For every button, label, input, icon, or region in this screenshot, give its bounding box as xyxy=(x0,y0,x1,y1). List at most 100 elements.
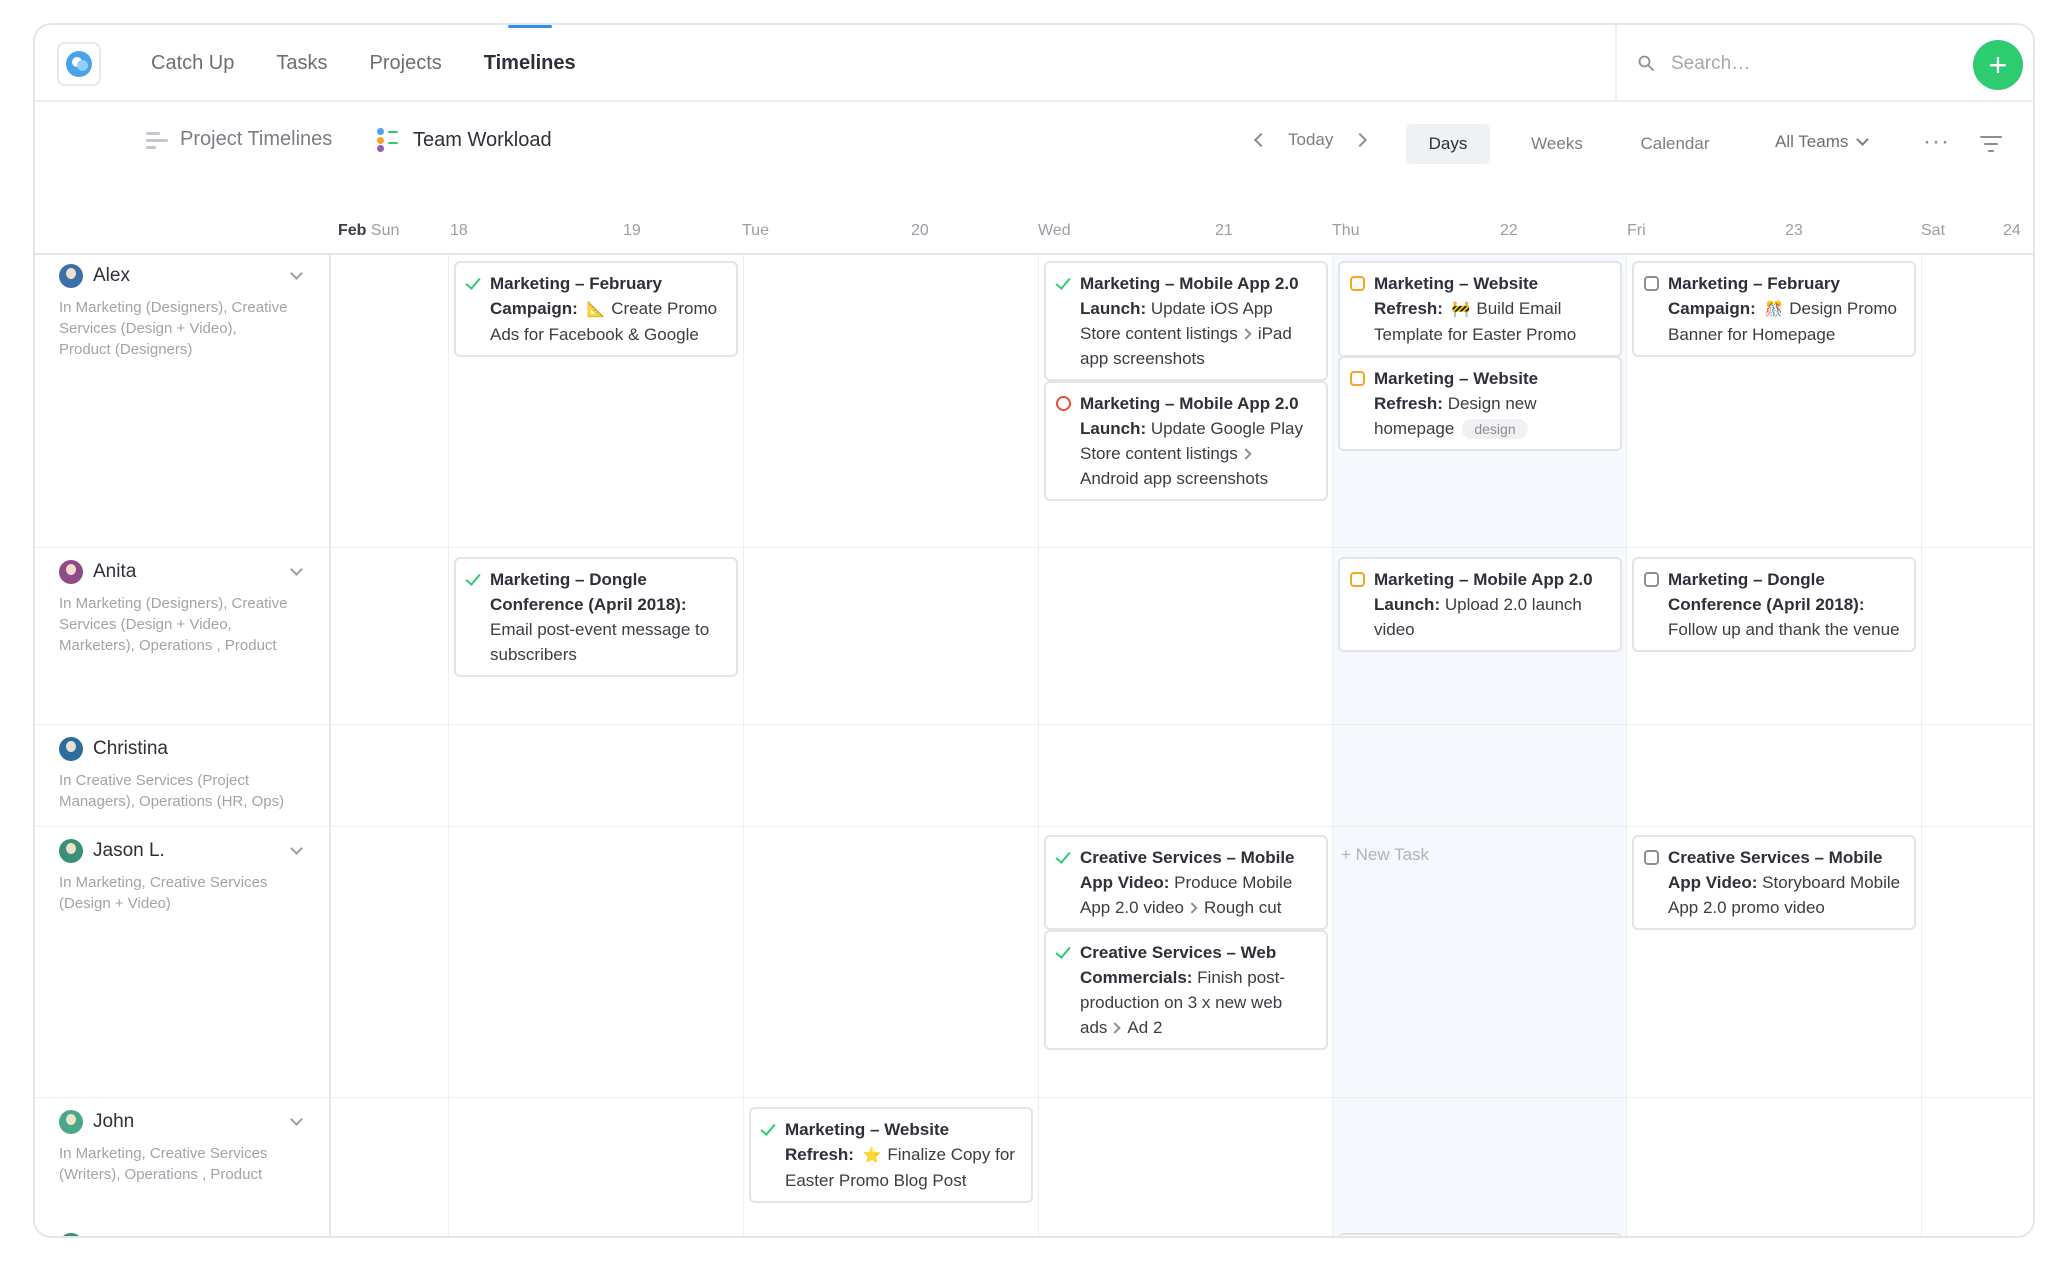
date-label: 24 xyxy=(2003,222,2021,239)
chevron-left-icon[interactable] xyxy=(1253,132,1269,148)
row-divider xyxy=(35,1097,2033,1098)
today-button[interactable]: Today xyxy=(1288,130,1333,150)
date-label: 22 xyxy=(1500,222,1518,239)
nav-catch-up[interactable]: Catch Up xyxy=(151,25,234,102)
checkmark-icon[interactable] xyxy=(1056,945,1071,960)
task-card[interactable]: Creative Services – Web Commercials: Fin… xyxy=(1044,930,1328,1050)
checkmark-icon[interactable] xyxy=(761,1122,776,1137)
chevron-down-icon xyxy=(1856,133,1870,146)
column-divider xyxy=(1921,255,1922,1236)
new-task-button[interactable]: + New Task xyxy=(1341,845,1429,865)
tab-project-timelines[interactable]: Project Timelines xyxy=(146,128,332,151)
weekday-label: Thu xyxy=(1332,222,1360,239)
avatar xyxy=(59,264,83,288)
task-project: Marketing – Dongle Conference (April 201… xyxy=(490,570,687,614)
task-card[interactable]: Marketing – Dongle Conference (April 201… xyxy=(454,557,738,677)
workload-grid: Alex In Marketing (Designers), Creative … xyxy=(35,255,2033,1236)
nav-timelines[interactable]: Timelines xyxy=(484,25,576,102)
team-workload-icon xyxy=(377,128,401,152)
person-row-john: John In Marketing, Creative Services (Wr… xyxy=(59,1107,309,1185)
person-name[interactable]: Christina xyxy=(93,738,168,760)
avatar xyxy=(59,1233,83,1236)
range-calendar-button[interactable]: Calendar xyxy=(1627,124,1723,164)
checkmark-icon[interactable] xyxy=(1056,850,1071,865)
main-nav: Catch Up Tasks Projects Timelines xyxy=(151,25,618,102)
person-teams: In Marketing, Creative Services (Writers… xyxy=(59,1145,268,1183)
task-card[interactable]: Marketing – Mobile App 2.0 Launch: Updat… xyxy=(1044,261,1328,381)
task-card[interactable]: Marketing – Website Refresh: ⭐ Finalize C… xyxy=(749,1107,1033,1203)
person-row-anita: Anita In Marketing (Designers), Creative… xyxy=(59,557,309,656)
range-weeks-button[interactable]: Weeks xyxy=(1515,124,1599,164)
status-circle-icon[interactable] xyxy=(1056,396,1071,411)
nav-tasks[interactable]: Tasks xyxy=(276,25,327,102)
task-card[interactable]: Marketing – February Campaign: 📐 Create P… xyxy=(454,261,738,357)
divider xyxy=(1615,25,1617,102)
row-divider xyxy=(35,826,2033,827)
task-card[interactable]: Creative Services – Mobile App Video: Pr… xyxy=(1044,835,1328,930)
person-teams: In Marketing, Creative Services (Design … xyxy=(59,874,268,912)
checkmark-icon[interactable] xyxy=(466,572,481,587)
person-name[interactable]: Anita xyxy=(93,561,136,583)
tab-label: Project Timelines xyxy=(180,128,333,150)
weekday-label: Tue xyxy=(742,222,769,239)
task-card[interactable]: Marketing – Mobile App 2.0 Launch: Uploa… xyxy=(1338,557,1622,652)
person-row-christina: Christina In Creative Services (Project … xyxy=(59,734,309,812)
task-card[interactable]: Creative Services – Mobile App Video: St… xyxy=(1632,835,1916,930)
date-label: 20 xyxy=(911,222,929,239)
person-row-jason: Jason L. In Marketing, Creative Services… xyxy=(59,836,309,914)
logo-icon xyxy=(66,51,92,77)
task-project: Marketing – Dongle Conference (April 201… xyxy=(1668,570,1865,614)
task-tag[interactable]: design xyxy=(1462,419,1528,439)
chevron-right-icon xyxy=(1240,448,1252,460)
date-label: 18 xyxy=(450,222,468,239)
nav-projects[interactable]: Projects xyxy=(370,25,442,102)
person-teams: In Creative Services (Project Managers),… xyxy=(59,772,285,810)
search-input[interactable] xyxy=(1671,49,1931,79)
task-card[interactable]: Marketing – Website Refresh: Design new … xyxy=(1338,356,1622,451)
checkbox-icon[interactable] xyxy=(1350,276,1365,291)
task-card[interactable]: Marketing – Dongle Conference (April 201… xyxy=(1632,557,1916,652)
checkbox-icon[interactable] xyxy=(1644,572,1659,587)
task-card[interactable]: Marketing – February Campaign: 🎊 Design P… xyxy=(1632,261,1916,357)
checkmark-icon[interactable] xyxy=(466,276,481,291)
row-divider xyxy=(35,724,2033,725)
column-divider xyxy=(1626,255,1627,1236)
range-days-button[interactable]: Days xyxy=(1406,124,1490,164)
task-card[interactable]: Marketing – Website Refresh: 🚧 Build Emai… xyxy=(1338,261,1622,357)
confetti-emoji-icon: 🎊 xyxy=(1764,300,1784,318)
weekday-label: Sun xyxy=(370,222,400,239)
avatar xyxy=(59,1110,83,1134)
timeline-lines-icon xyxy=(146,130,168,150)
subtask-text: Rough cut xyxy=(1203,898,1282,917)
construction-emoji-icon: 🚧 xyxy=(1451,300,1471,318)
tab-label: Team Workload xyxy=(413,128,552,151)
filter-icon[interactable] xyxy=(1980,135,2002,153)
teams-dropdown-label: All Teams xyxy=(1775,132,1849,151)
task-text: Follow up and thank the venue xyxy=(1668,620,1900,639)
date-label: 23 xyxy=(1785,222,1803,239)
teams-dropdown[interactable]: All Teams xyxy=(1775,132,1870,152)
toolbar: Project Timelines Team Workload Today Da… xyxy=(35,104,2033,255)
person-name[interactable]: Jason L. xyxy=(93,840,165,862)
checkbox-icon[interactable] xyxy=(1350,371,1365,386)
task-card[interactable] xyxy=(1338,1233,1622,1236)
checkbox-icon[interactable] xyxy=(1644,850,1659,865)
task-card[interactable]: Marketing – Mobile App 2.0 Launch: Updat… xyxy=(1044,381,1328,501)
more-options-icon[interactable]: ··· xyxy=(1923,130,1950,154)
checkbox-icon[interactable] xyxy=(1350,572,1365,587)
avatar xyxy=(59,737,83,761)
subtask-text: Android app screenshots xyxy=(1080,469,1269,488)
chevron-right-icon[interactable] xyxy=(1353,132,1368,148)
weekday-label: Wed xyxy=(1038,222,1071,239)
tab-team-workload[interactable]: Team Workload xyxy=(377,128,552,152)
person-name[interactable]: John xyxy=(93,1111,134,1133)
checkbox-icon[interactable] xyxy=(1644,276,1659,291)
person-name[interactable]: Alex xyxy=(93,265,130,287)
add-button[interactable]: + xyxy=(1973,40,2023,90)
app-logo[interactable] xyxy=(57,42,101,86)
date-pager: Today xyxy=(1250,130,1371,150)
person-teams: In Marketing (Designers), Creative Servi… xyxy=(59,595,288,654)
row-divider xyxy=(35,547,2033,548)
column-divider xyxy=(1038,255,1039,1236)
checkmark-icon[interactable] xyxy=(1056,276,1071,291)
